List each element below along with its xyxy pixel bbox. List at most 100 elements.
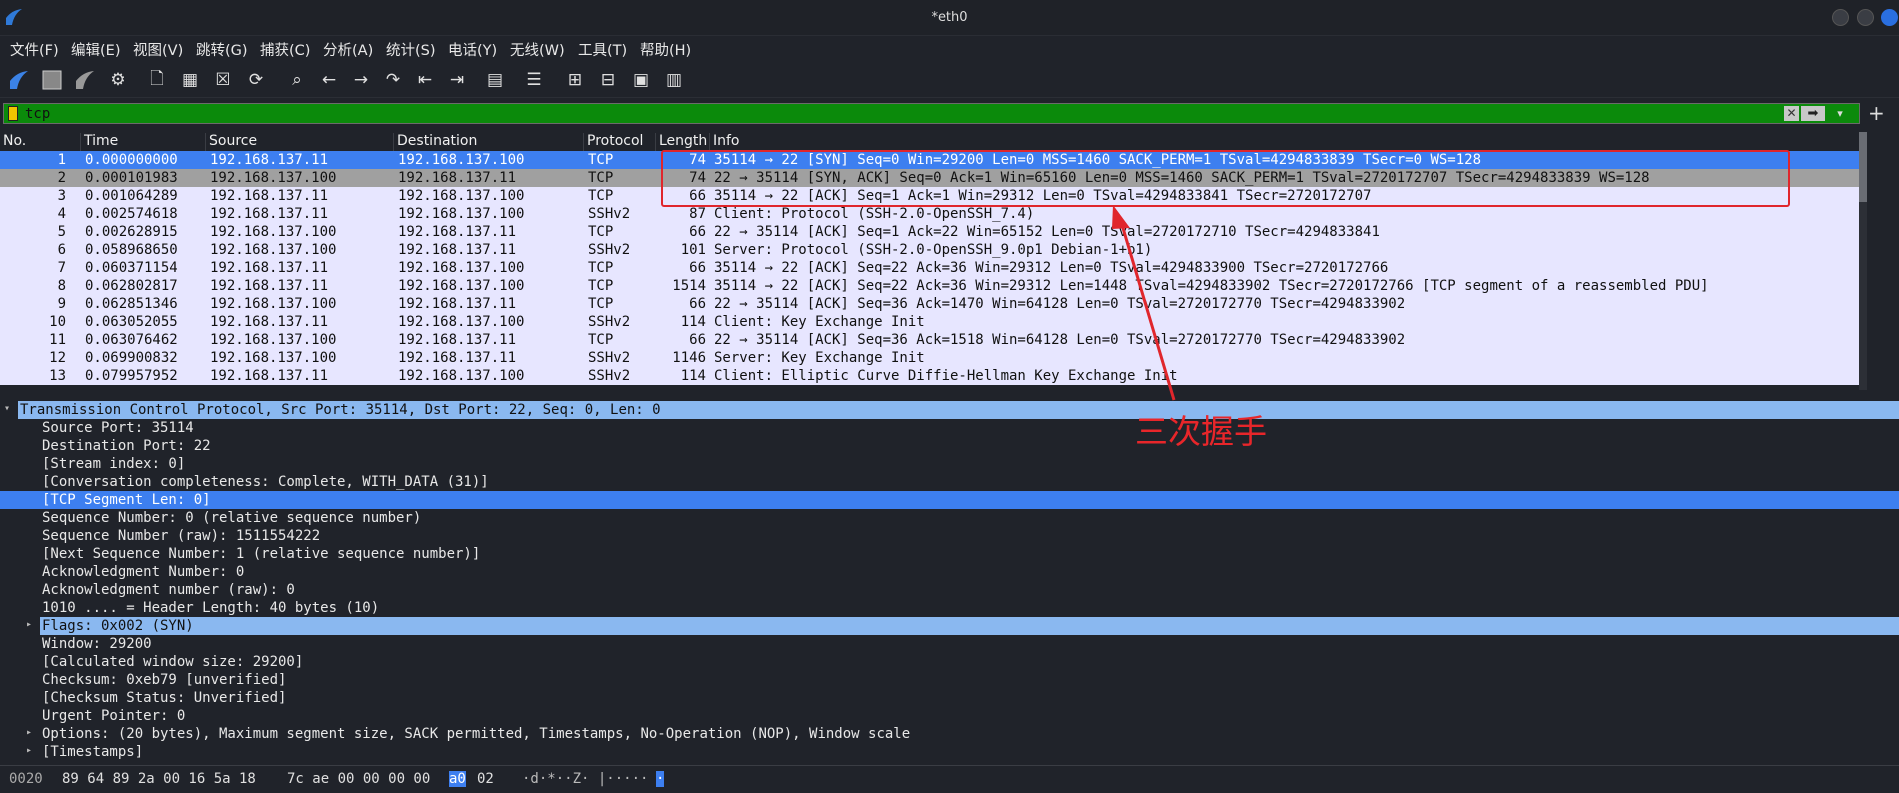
detail-row[interactable]: [Conversation completeness: Complete, WI… — [0, 473, 1899, 491]
menu-view[interactable]: 视图(V) — [133, 39, 183, 60]
maximize-button[interactable] — [1857, 9, 1874, 26]
options-gear-icon[interactable]: ⚙ — [105, 67, 131, 93]
packet-cell-len: 87 — [689, 206, 706, 222]
col-source[interactable]: Source — [205, 133, 257, 151]
detail-text: [Next Sequence Number: 1 (relative seque… — [42, 546, 481, 562]
packet-row[interactable]: 6 0.058968650 192.168.137.100 192.168.137.1… — [0, 241, 1866, 259]
filter-dropdown-icon[interactable]: ▾ — [1833, 105, 1847, 122]
hex-bytes-a[interactable]: 89 64 89 2a 00 16 5a 18 — [62, 771, 256, 787]
close-file-icon[interactable]: ☒ — [210, 67, 236, 93]
packet-row[interactable]: 8 0.062802817 192.168.137.11 192.168.137.10… — [0, 277, 1866, 295]
menu-edit[interactable]: 编辑(E) — [71, 39, 120, 60]
packet-row[interactable]: 4 0.002574618 192.168.137.11 192.168.137.10… — [0, 205, 1866, 223]
autoscroll-icon[interactable]: ▤ — [482, 67, 508, 93]
save-file-icon[interactable]: ▦ — [177, 67, 203, 93]
detail-row[interactable]: [TCP Segment Len: 0] — [0, 491, 1899, 509]
col-no[interactable]: No. — [0, 133, 26, 151]
detail-row[interactable]: Checksum: 0xeb79 [unverified] — [0, 671, 1899, 689]
menu-wireless[interactable]: 无线(W) — [510, 39, 565, 60]
packet-row[interactable]: 11 0.063076462 192.168.137.100 192.168.137.… — [0, 331, 1866, 349]
packet-cell-no: 3 — [57, 188, 66, 204]
menu-file[interactable]: 文件(F) — [10, 39, 59, 60]
last-packet-icon[interactable]: ⇥ — [444, 67, 470, 93]
detail-row[interactable]: [Checksum Status: Unverified] — [0, 689, 1899, 707]
detail-row[interactable]: Urgent Pointer: 0 — [0, 707, 1899, 725]
close-window-button[interactable] — [1881, 9, 1898, 26]
stop-square-icon[interactable] — [39, 67, 65, 93]
normal-size-icon[interactable]: ▣ — [628, 67, 654, 93]
scrollbar-thumb[interactable] — [1859, 132, 1867, 202]
forward-arrow-icon[interactable]: → — [348, 67, 374, 93]
add-filter-button[interactable]: + — [1868, 101, 1885, 125]
detail-row[interactable]: Acknowledgment Number: 0 — [0, 563, 1899, 581]
detail-row[interactable]: Acknowledgment number (raw): 0 — [0, 581, 1899, 599]
menu-analyze[interactable]: 分析(A) — [323, 39, 373, 60]
packet-row[interactable]: 5 0.002628915 192.168.137.100 192.168.137.1… — [0, 223, 1866, 241]
col-info[interactable]: Info — [709, 133, 740, 151]
menu-capture[interactable]: 捕获(C) — [260, 39, 310, 60]
detail-row[interactable]: ▾ Transmission Control Protocol, Src Port… — [0, 401, 1899, 419]
menu-tools[interactable]: 工具(T) — [578, 39, 627, 60]
zoom-in-icon[interactable]: ⊞ — [562, 67, 588, 93]
packet-row[interactable]: 13 0.079957952 192.168.137.11 192.168.137.1… — [0, 367, 1866, 385]
detail-row[interactable]: [Stream index: 0] — [0, 455, 1899, 473]
detail-row[interactable]: [Calculated window size: 29200] — [0, 653, 1899, 671]
col-destination[interactable]: Destination — [393, 133, 477, 151]
packet-cell-no: 12 — [49, 350, 66, 366]
first-packet-icon[interactable]: ⇤ — [412, 67, 438, 93]
col-protocol[interactable]: Protocol — [583, 133, 643, 151]
resize-columns-icon[interactable]: ▥ — [661, 67, 687, 93]
restart-fin-icon[interactable] — [72, 67, 98, 93]
hex-ascii-selected[interactable]: · — [656, 771, 665, 787]
packet-row[interactable]: 7 0.060371154 192.168.137.11 192.168.137.10… — [0, 259, 1866, 277]
minimize-button[interactable] — [1832, 9, 1849, 26]
open-file-icon[interactable]: 🗋 — [144, 67, 170, 93]
expand-arrow-icon[interactable]: ▸ — [26, 745, 32, 756]
packet-cell-no: 7 — [57, 260, 66, 276]
hex-bytes-b[interactable]: 7c ae 00 00 00 00 — [287, 771, 430, 787]
expand-arrow-icon[interactable]: ▸ — [26, 727, 32, 738]
packet-cell-proto: TCP — [588, 296, 614, 312]
packet-cell-src: 192.168.137.11 — [210, 260, 329, 276]
apply-filter-icon[interactable]: ➡ — [1801, 106, 1825, 121]
menu-telephony[interactable]: 电话(Y) — [448, 39, 497, 60]
detail-row[interactable]: 1010 .... = Header Length: 40 bytes (10) — [0, 599, 1899, 617]
back-arrow-icon[interactable]: ← — [316, 67, 342, 93]
packet-cell-time: 0.069900832 — [85, 350, 178, 366]
detail-row[interactable]: Sequence Number: 0 (relative sequence nu… — [0, 509, 1899, 527]
detail-row[interactable]: ▸ Flags: 0x002 (SYN) — [0, 617, 1899, 635]
packet-list-scrollbar[interactable] — [1859, 132, 1867, 390]
menu-go[interactable]: 跳转(G) — [196, 39, 248, 60]
colorize-icon[interactable]: ☰ — [521, 67, 547, 93]
hex-bytes-c[interactable]: 02 — [477, 771, 494, 787]
detail-row[interactable]: [Next Sequence Number: 1 (relative seque… — [0, 545, 1899, 563]
handshake-highlight-box — [661, 150, 1790, 207]
find-search-icon[interactable]: ⌕ — [284, 67, 310, 93]
zoom-out-icon[interactable]: ⊟ — [595, 67, 621, 93]
reload-icon[interactable]: ⟳ — [243, 67, 269, 93]
hex-byte-selected[interactable]: a0 — [449, 771, 466, 787]
packet-row[interactable]: 9 0.062851346 192.168.137.100 192.168.137.1… — [0, 295, 1866, 313]
detail-row[interactable]: ▸ Options: (20 bytes), Maximum segment si… — [0, 725, 1899, 743]
detail-text: Checksum: 0xeb79 [unverified] — [42, 672, 287, 688]
packet-row[interactable]: 10 0.063052055 192.168.137.11 192.168.137.1… — [0, 313, 1866, 331]
col-time[interactable]: Time — [80, 133, 118, 151]
menu-statistics[interactable]: 统计(S) — [386, 39, 436, 60]
display-filter-input[interactable] — [25, 105, 1795, 122]
col-length[interactable]: Length — [655, 133, 707, 151]
bookmark-icon[interactable] — [8, 106, 18, 121]
hex-ascii[interactable]: ·d·*··Z· |····· — [522, 771, 648, 787]
detail-text: Acknowledgment Number: 0 — [42, 564, 245, 580]
expand-arrow-icon[interactable]: ▸ — [26, 619, 32, 630]
detail-row[interactable]: Window: 29200 — [0, 635, 1899, 653]
detail-row[interactable]: ▸ [Timestamps] — [0, 743, 1899, 761]
detail-row[interactable]: Source Port: 35114 — [0, 419, 1899, 437]
go-to-packet-icon[interactable]: ↷ — [380, 67, 406, 93]
menu-help[interactable]: 帮助(H) — [640, 39, 691, 60]
detail-row[interactable]: Destination Port: 22 — [0, 437, 1899, 455]
clear-filter-icon[interactable]: ✕ — [1784, 106, 1799, 121]
detail-row[interactable]: Sequence Number (raw): 1511554222 — [0, 527, 1899, 545]
collapse-arrow-icon[interactable]: ▾ — [4, 403, 10, 414]
packet-row[interactable]: 12 0.069900832 192.168.137.100 192.168.137.… — [0, 349, 1866, 367]
shark-fin-start-icon[interactable] — [6, 67, 32, 93]
